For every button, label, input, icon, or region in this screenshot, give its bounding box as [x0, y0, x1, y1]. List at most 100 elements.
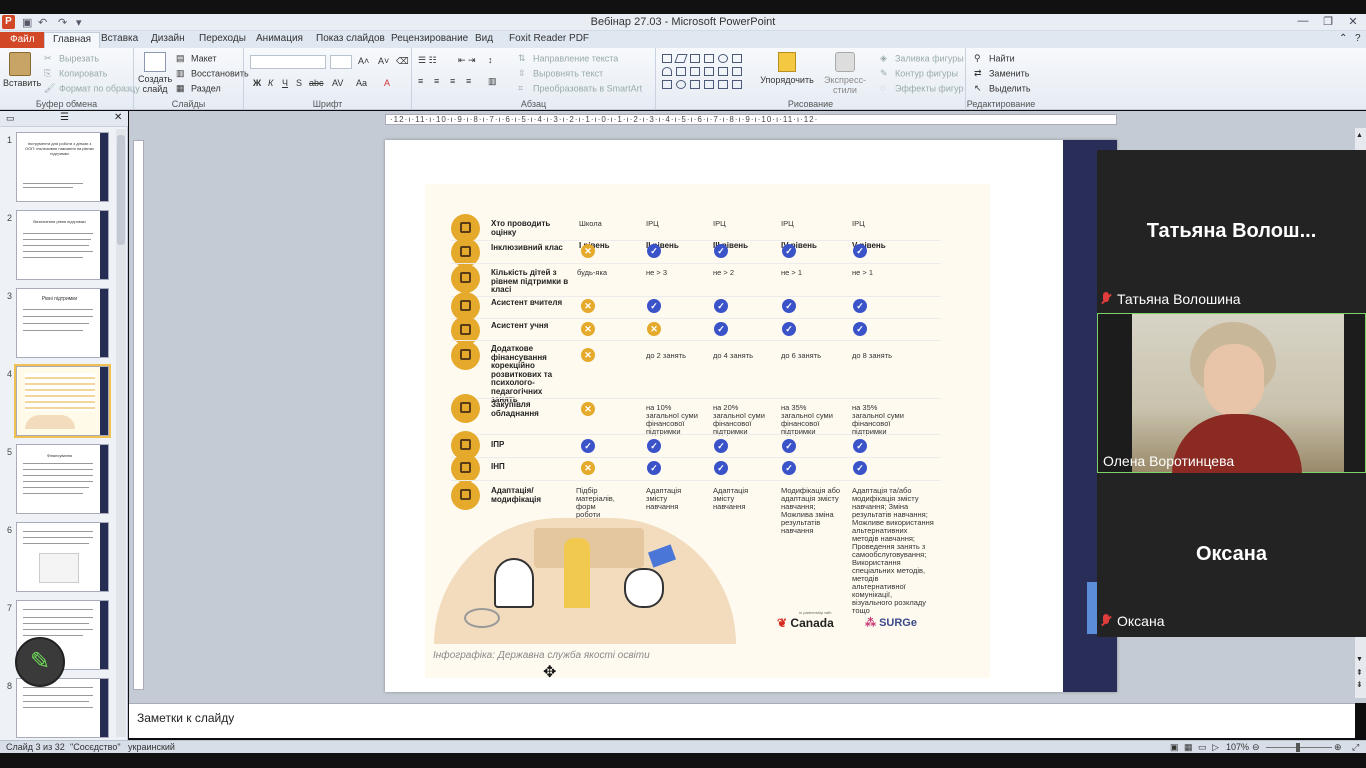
cell: не > 3: [646, 268, 668, 277]
font-name-input[interactable]: [250, 55, 326, 69]
slides-tab-icon[interactable]: ▭: [6, 113, 15, 124]
align-right-icon[interactable]: ≡: [450, 76, 455, 86]
scroll-down-icon[interactable]: ▼: [1356, 656, 1363, 663]
shapes-gallery[interactable]: [662, 54, 752, 92]
zoom-slider-thumb[interactable]: [1296, 743, 1300, 752]
columns-icon[interactable]: ▥: [488, 76, 497, 87]
underline-icon[interactable]: Ч: [282, 78, 288, 88]
font-color-icon[interactable]: A: [384, 78, 390, 88]
slide-thumbnail[interactable]: Інструменти для роботи з дітьми з ООП: і…: [16, 132, 109, 202]
sorter-view-icon[interactable]: ▦: [1184, 742, 1193, 753]
indent-icon[interactable]: ⇤ ⇥: [458, 55, 476, 66]
align-text-button[interactable]: ⇳ Выровнять текст: [518, 68, 603, 80]
thumb-title: Визначення рівня підтримки: [33, 219, 86, 224]
redo-icon[interactable]: ↷: [58, 16, 67, 29]
panel-close-icon[interactable]: ✕: [114, 112, 122, 123]
cell: будь-яка: [577, 268, 608, 277]
ribbon-collapse-icon[interactable]: ⌃: [1339, 33, 1347, 44]
section-button[interactable]: ▦ Раздел: [176, 83, 221, 95]
cut-button[interactable]: ✂ Вырезать: [44, 53, 99, 65]
outline-tab-icon[interactable]: ☰: [60, 112, 69, 123]
video-tile-olena[interactable]: Олена Воротинцева: [1097, 313, 1366, 474]
spacing-icon[interactable]: AV: [332, 78, 343, 88]
quick-styles-button[interactable]: Экспресс-стили: [816, 52, 874, 95]
arrange-button[interactable]: Упорядочить: [760, 52, 814, 85]
align-left-icon[interactable]: ≡: [418, 76, 423, 86]
clear-format-icon[interactable]: ⌫: [396, 56, 409, 67]
tab-insert[interactable]: Вставка: [101, 33, 138, 44]
slide-canvas[interactable]: I рівень II рівень III рівень IV рівень …: [385, 140, 1117, 692]
undo-icon[interactable]: ↶: [38, 16, 47, 29]
video-tile-tatyana[interactable]: Татьяна Волош... Татьяна Волошина: [1097, 150, 1366, 313]
slide-thumbnail[interactable]: [16, 678, 109, 738]
save-icon[interactable]: ▣: [22, 16, 32, 29]
shadow-icon[interactable]: S: [296, 78, 302, 88]
strike-icon[interactable]: abc: [309, 78, 324, 88]
shape-fill-button[interactable]: ◈ Заливка фигуры: [880, 53, 964, 65]
next-slide-icon[interactable]: ⇟: [1356, 680, 1363, 689]
case-icon[interactable]: Aa: [356, 78, 367, 88]
italic-icon[interactable]: К: [268, 78, 273, 88]
cross-icon: ✕: [647, 322, 661, 336]
tab-review[interactable]: Рецензирование: [391, 33, 468, 44]
bold-icon[interactable]: Ж: [253, 78, 261, 88]
shape-outline-button[interactable]: ✎ Контур фигуры: [880, 68, 958, 80]
language-indicator[interactable]: украинский: [128, 742, 175, 752]
tab-design[interactable]: Дизайн: [151, 33, 185, 44]
tab-view[interactable]: Вид: [475, 33, 493, 44]
scroll-up-icon[interactable]: ▲: [1356, 132, 1363, 139]
copy-button[interactable]: ⎘ Копировать: [44, 68, 107, 80]
tab-home[interactable]: Главная: [44, 32, 101, 49]
restore-icon[interactable]: ❐: [1318, 15, 1338, 28]
smartart-button[interactable]: ⌗ Преобразовать в SmartArt: [518, 83, 642, 95]
tab-file[interactable]: Файл: [0, 32, 45, 48]
replace-button[interactable]: ⇄ Заменить: [974, 68, 1029, 80]
font-size-input[interactable]: [330, 55, 352, 69]
layout-button[interactable]: ▤ Макет: [176, 53, 216, 65]
zoom-in-icon[interactable]: ⊕: [1334, 742, 1342, 753]
theme-name[interactable]: "Сосєдство": [70, 742, 121, 752]
slide-thumbnail[interactable]: [16, 522, 109, 592]
reading-view-icon[interactable]: ▭: [1198, 742, 1207, 753]
slide-number: 7: [7, 603, 13, 613]
minimize-icon[interactable]: —: [1293, 15, 1313, 27]
justify-icon[interactable]: ≡: [466, 76, 471, 86]
font-grow-icon[interactable]: A˄: [358, 56, 369, 66]
qat-customize-icon[interactable]: ▾: [76, 16, 82, 29]
tab-animation[interactable]: Анимация: [256, 33, 303, 44]
panel-scrollbar[interactable]: [116, 129, 126, 737]
normal-view-icon[interactable]: ▣: [1170, 742, 1179, 753]
prev-slide-icon[interactable]: ⇞: [1356, 668, 1363, 677]
font-shrink-icon[interactable]: A˅: [378, 56, 389, 66]
align-center-icon[interactable]: ≡: [434, 76, 439, 86]
zoom-level[interactable]: 107%: [1226, 742, 1249, 752]
tab-transitions[interactable]: Переходы: [199, 33, 246, 44]
format-painter-button[interactable]: 🖌 Формат по образцу: [44, 83, 140, 95]
annotate-pen-button[interactable]: ✎: [15, 637, 65, 687]
bullets-icon[interactable]: ☰ ☷: [418, 55, 437, 66]
tab-slideshow[interactable]: Показ слайдов: [316, 33, 385, 44]
slide-thumbnail[interactable]: Визначення рівня підтримки: [16, 210, 109, 280]
find-button[interactable]: ⚲ Найти: [974, 53, 1015, 65]
paste-button[interactable]: Вставить: [3, 52, 41, 88]
help-icon[interactable]: ?: [1355, 33, 1361, 44]
select-button[interactable]: ↖ Выделить: [974, 83, 1031, 95]
line-spacing-icon[interactable]: ↕: [488, 55, 493, 65]
participant-initial-name: Оксана: [1196, 543, 1267, 565]
slide-thumbnail[interactable]: Фінансування: [16, 444, 109, 514]
slideshow-view-icon[interactable]: ▷: [1212, 742, 1219, 753]
text-direction-button[interactable]: ⇅ Направление текста: [518, 53, 618, 65]
slide-thumbnail-selected[interactable]: [14, 364, 111, 438]
video-tile-oksana[interactable]: Оксана Оксана: [1097, 473, 1366, 637]
tab-foxit[interactable]: Foxit Reader PDF: [509, 33, 589, 44]
close-icon[interactable]: ✕: [1343, 15, 1363, 28]
notes-pane[interactable]: Заметки к слайду: [129, 703, 1355, 738]
zoom-out-icon[interactable]: ⊖: [1252, 742, 1260, 753]
slide-thumbnail[interactable]: Рівні підтримки: [16, 288, 109, 358]
shape-effects-button[interactable]: ◌ Эффекты фигур: [880, 83, 964, 95]
adaptation-icon: [451, 481, 480, 510]
fit-slide-icon[interactable]: ⤢: [1352, 742, 1359, 753]
new-slide-button[interactable]: Создать слайд: [138, 52, 172, 94]
bottom-black-bar: [0, 753, 1366, 768]
reset-button[interactable]: ▥ Восстановить: [176, 68, 249, 80]
